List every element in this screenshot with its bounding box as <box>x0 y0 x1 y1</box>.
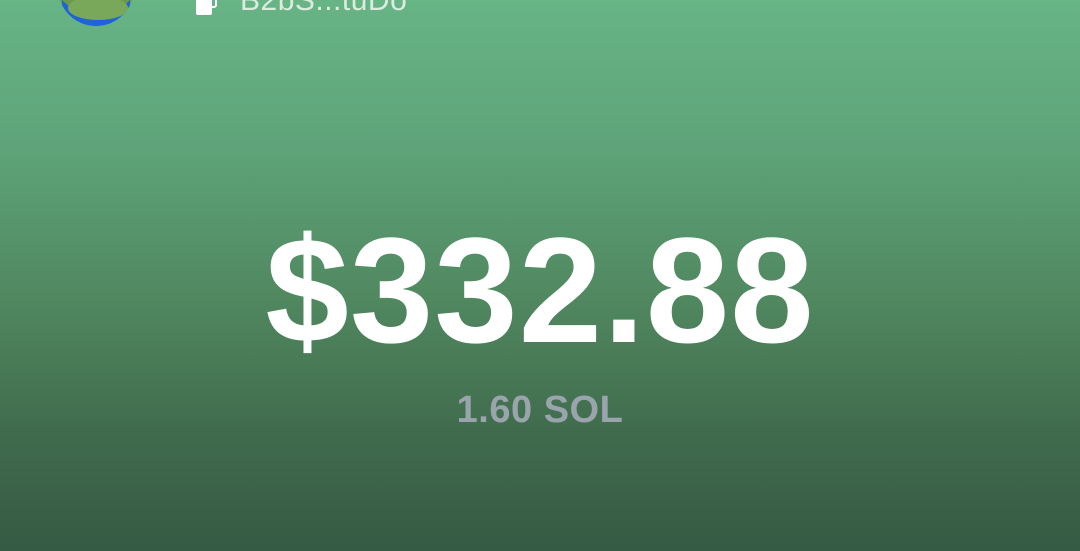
copy-icon[interactable] <box>194 0 218 17</box>
avatar[interactable] <box>58 0 134 26</box>
wallet-address[interactable]: B2bS...tuDo <box>194 0 407 18</box>
sol-balance: 1.60 SOL <box>456 389 624 431</box>
usd-balance: $332.88 <box>265 206 815 374</box>
wallet-address-text: B2bS...tuDo <box>240 0 408 17</box>
wallet-header: B2bS...tuDo <box>0 0 1080 30</box>
pepe-avatar-icon <box>59 0 133 26</box>
